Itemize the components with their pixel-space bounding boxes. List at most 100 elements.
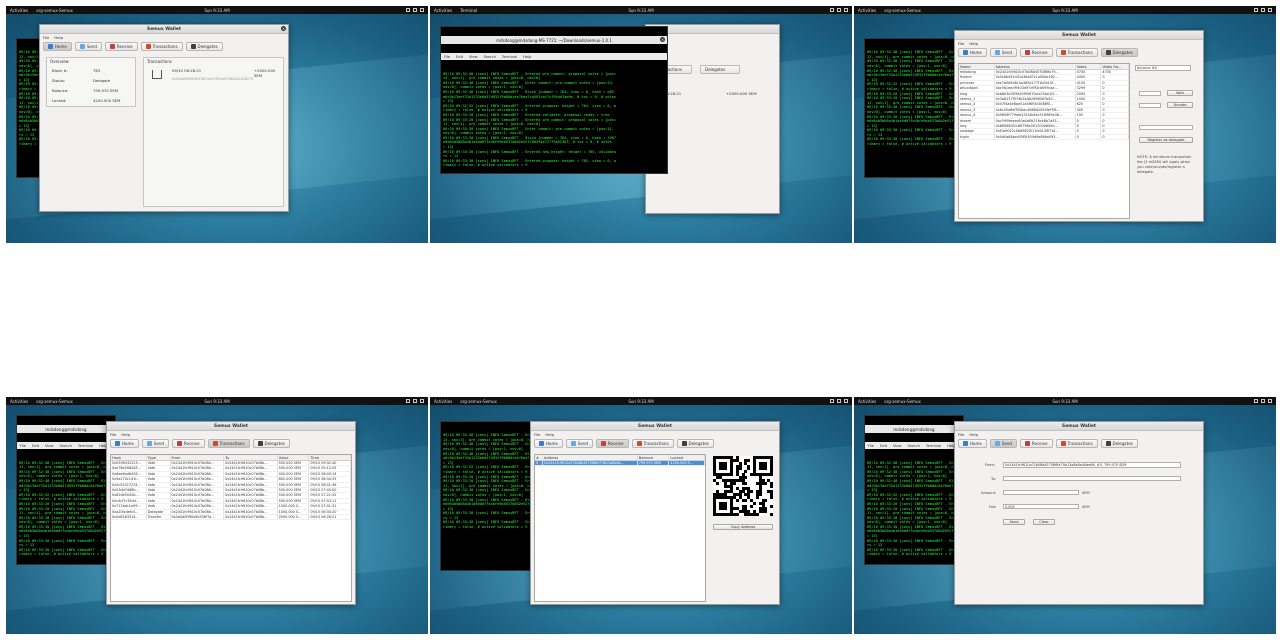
tab-delegates[interactable]: Delegates [1100, 439, 1138, 448]
clock[interactable]: Sun 9:33 AM [204, 8, 229, 13]
to-input[interactable] [1003, 476, 1181, 481]
app-menu[interactable]: org-semux-Semux [460, 399, 497, 404]
menu-file[interactable]: File [868, 444, 874, 448]
accounts-table[interactable]: # Address Balance Locked 0 0x2441fc9610c0… [534, 454, 706, 602]
tab-delegates[interactable]: Delegates [252, 439, 290, 448]
tab-receive[interactable]: Receive [595, 439, 629, 448]
column-header-name[interactable]: Name [959, 64, 995, 69]
column-header-time[interactable]: Time [309, 455, 351, 460]
activities-button[interactable]: Activities [434, 399, 452, 404]
clock[interactable]: Sun 9:33 AM [628, 399, 653, 404]
column-header-index[interactable]: # [535, 455, 543, 460]
app-menu[interactable]: org-semux-Semux [36, 399, 73, 404]
activities-button[interactable]: Activities [434, 8, 452, 13]
system-status[interactable] [406, 399, 424, 403]
menu-terminal[interactable]: Terminal [502, 55, 517, 59]
transactions-table[interactable]: Hash Type From To Value Time 0x059633222… [110, 454, 352, 602]
column-header-address[interactable]: Address [543, 455, 638, 460]
wallet-window[interactable]: Semux Wallet × File Help Home Send Recei… [39, 24, 289, 212]
column-header-balance[interactable]: Balance [638, 455, 670, 460]
tab-delegates[interactable]: Delegates [700, 65, 740, 74]
tab-delegates[interactable]: Delegates [676, 439, 714, 448]
tab-transactions[interactable]: Transactions [1055, 48, 1098, 57]
app-menu[interactable]: Terminal [460, 8, 477, 13]
system-status[interactable] [1254, 8, 1272, 12]
terminal-window-main[interactable]: mdsdong@mdsdong-MS-7721: ~/Downloads/sem… [440, 26, 668, 174]
menu-search[interactable]: Search [908, 444, 920, 448]
tab-send[interactable]: Send [989, 439, 1017, 448]
clock[interactable]: Sun 9:33 AM [628, 8, 653, 13]
menu-help[interactable]: Help [969, 41, 978, 46]
menu-search[interactable]: Search [60, 444, 72, 448]
activities-button[interactable]: Activities [858, 8, 876, 13]
close-icon[interactable]: × [660, 37, 665, 43]
table-row[interactable]: trgnn 0x0d0a68aca05f5f454d9a86ba095... 0 0 [959, 134, 1129, 141]
unvote-amount-input[interactable] [1139, 103, 1161, 108]
tab-transactions[interactable]: Transactions [1055, 439, 1098, 448]
menu-file[interactable]: File [20, 444, 26, 448]
wallet-window[interactable]: Semux Wallet File Help Home Send Receive… [530, 421, 780, 605]
app-menu[interactable]: org-semux-Semux [36, 8, 73, 13]
tab-send[interactable]: Send [74, 42, 102, 51]
menu-file[interactable]: File [110, 432, 116, 437]
from-select[interactable]: 0x2441fc9610c07b08b457086fa79b13a8e8a49d… [1003, 462, 1181, 468]
menu-help[interactable]: Help [523, 55, 531, 59]
close-icon[interactable]: × [281, 26, 286, 31]
tab-send[interactable]: Send [989, 48, 1017, 57]
table-row[interactable]: 0x0e8163314... Transfer 0x0a0d0f9f0e9b338f… [111, 514, 351, 521]
terminal-window[interactable]: 09/10 09:32:48 [cons] INFO SemuxBFT - En… [864, 38, 964, 178]
clock[interactable]: Sun 9:33 AM [1052, 8, 1077, 13]
tab-send[interactable]: Send [565, 439, 593, 448]
clear-button[interactable]: Clear [1033, 519, 1055, 525]
tab-receive[interactable]: Receive [1019, 439, 1053, 448]
system-status[interactable] [830, 8, 848, 12]
activities-button[interactable]: Activities [10, 399, 28, 404]
amount-input[interactable] [1003, 490, 1079, 495]
tab-receive[interactable]: Receive [104, 42, 138, 51]
clock[interactable]: Sun 9:33 AM [1052, 399, 1077, 404]
table-row[interactable]: 0 0x2441fc9610c07b08b457086fa79b13a8e8a..… [535, 461, 705, 467]
delegate-name-input[interactable] [1139, 125, 1193, 130]
menu-file[interactable]: File [958, 432, 964, 437]
system-status[interactable] [1254, 399, 1272, 403]
column-header-type[interactable]: Type [147, 455, 171, 460]
system-status[interactable] [830, 399, 848, 403]
menu-edit[interactable]: Edit [880, 444, 887, 448]
tab-home[interactable]: Home [958, 48, 987, 57]
tab-receive[interactable]: Receive [1019, 48, 1053, 57]
menu-help[interactable]: Help [545, 432, 554, 437]
tab-delegates[interactable]: Delegates [1100, 48, 1138, 57]
menu-file[interactable]: File [958, 41, 964, 46]
menu-view[interactable]: View [45, 444, 54, 448]
column-header-to[interactable]: To [224, 455, 278, 460]
activities-button[interactable]: Activities [858, 399, 876, 404]
copy-address-button[interactable]: Copy Address [713, 524, 773, 530]
menu-terminal[interactable]: Terminal [78, 444, 93, 448]
system-status[interactable] [406, 8, 424, 12]
menu-edit[interactable]: Edit [456, 55, 463, 59]
tab-transactions[interactable]: Transactions [140, 42, 183, 51]
column-header-from[interactable]: From [171, 455, 225, 460]
tab-home[interactable]: Home [110, 439, 139, 448]
tab-transactions[interactable]: Transactions [207, 439, 250, 448]
tab-transactions[interactable]: Transactions [631, 439, 674, 448]
vote-amount-input[interactable] [1139, 91, 1161, 96]
activities-button[interactable]: Activities [10, 8, 28, 13]
tab-home[interactable]: Home [534, 439, 563, 448]
menu-help[interactable]: Help [969, 432, 978, 437]
menu-help[interactable]: Help [121, 432, 130, 437]
menu-search[interactable]: Search [484, 55, 496, 59]
terminal-window[interactable]: mdsdong@mdsdong File Edit View Search Te… [864, 415, 964, 565]
menu-view[interactable]: View [893, 444, 902, 448]
register-delegate-button[interactable]: Register as delegate [1139, 137, 1193, 143]
unvote-button[interactable]: Unvote [1167, 102, 1193, 108]
tab-receive[interactable]: Receive [171, 439, 205, 448]
clock[interactable]: Sun 9:33 AM [204, 399, 229, 404]
delegates-table[interactable]: Name Address Votes Votes fro... mdsdong 0… [958, 63, 1130, 219]
menu-help[interactable]: Help [54, 35, 63, 40]
account-select[interactable]: Account #0 [1135, 65, 1191, 71]
vote-button[interactable]: Vote [1167, 90, 1193, 96]
column-header-address[interactable]: Address [995, 64, 1076, 69]
menu-terminal[interactable]: Terminal [926, 444, 941, 448]
tab-delegates[interactable]: Delegates [185, 42, 223, 51]
